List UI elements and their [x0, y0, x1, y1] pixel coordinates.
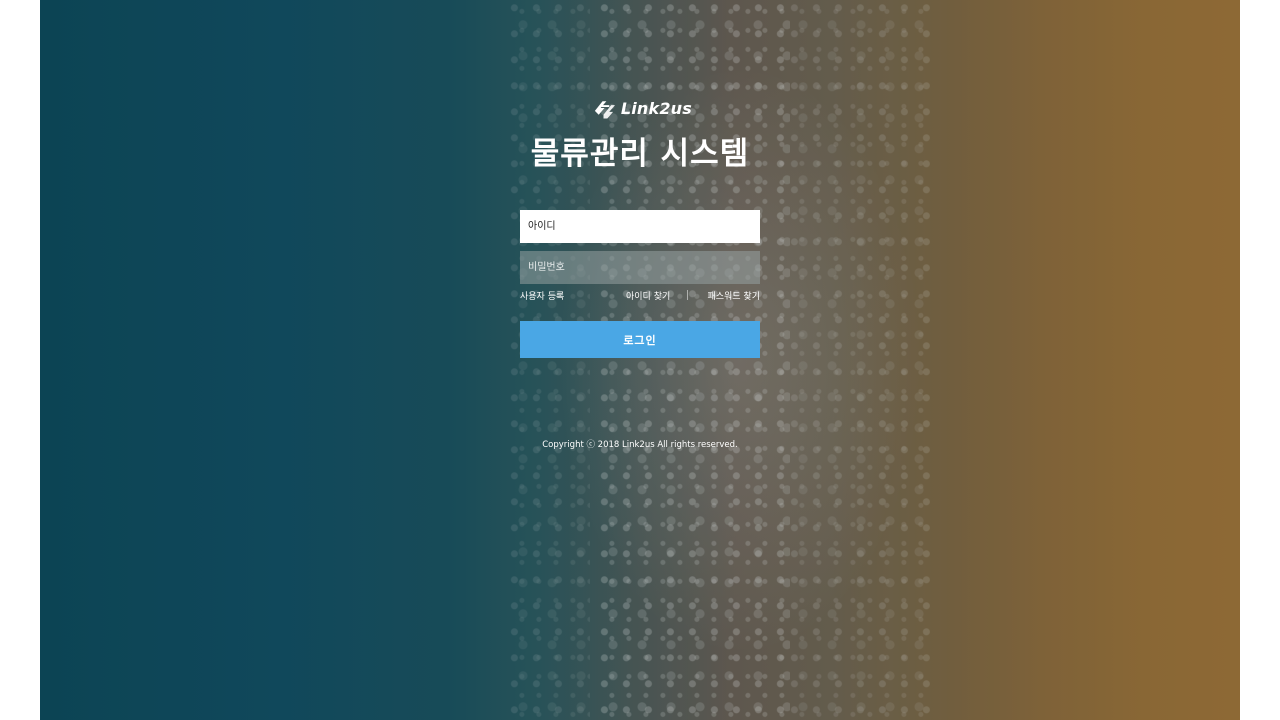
copyright-text: Copyright ⓒ 2018 Link2us All rights rese… [542, 440, 738, 450]
login-button[interactable]: 로그인 [520, 321, 760, 358]
login-links: 사용자 등록 아이디 찾기 패스워드 찾기 [520, 289, 760, 303]
register-link[interactable]: 사용자 등록 [520, 289, 564, 302]
find-id-link[interactable]: 아이디 찾기 [626, 289, 670, 302]
link2us-logo-icon [594, 101, 615, 119]
link-divider [687, 290, 688, 300]
page-title: 물류관리 시스템 [530, 136, 750, 172]
login-background: Link2us 물류관리 시스템 사용자 등록 아이디 찾기 패스워드 찾기 로… [40, 0, 1240, 720]
user-id-input[interactable] [520, 210, 760, 243]
find-password-link[interactable]: 패스워드 찾기 [707, 289, 760, 302]
password-input[interactable] [520, 251, 760, 284]
brand-name: Link2us [620, 98, 692, 118]
brand-logo: Link2us [592, 96, 692, 120]
